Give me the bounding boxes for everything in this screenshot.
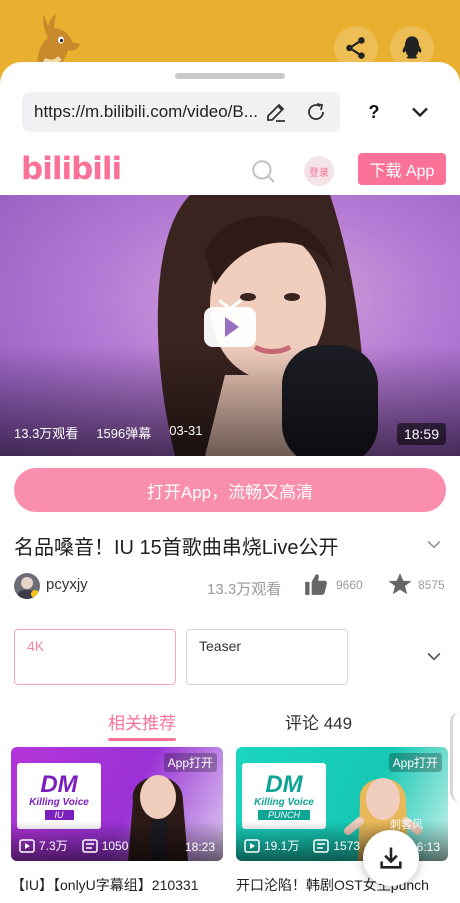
qq-penguin-icon	[402, 36, 422, 59]
tv-play-icon[interactable]	[202, 297, 258, 349]
tab-active-indicator	[108, 738, 176, 741]
author-name[interactable]: pcyxjy	[46, 576, 88, 593]
video-duration: 18:59	[396, 423, 446, 445]
video-date: 03-31	[169, 423, 203, 438]
video-danmaku: 1596弹幕	[96, 426, 152, 441]
bilibili-logo[interactable]: bilibili	[21, 151, 122, 187]
chevron-down-icon[interactable]	[424, 534, 444, 554]
thumbs-up-icon[interactable]	[303, 571, 329, 597]
dm-logo-big: DM	[40, 770, 78, 798]
video-player[interactable]: 13.3万观看 1596弹幕 03-31 18:59	[0, 195, 460, 456]
card-views: 19.1万	[264, 839, 300, 853]
tab-comments[interactable]: 评论 449	[285, 709, 352, 734]
related-video-card[interactable]: DM Killing Voice PUNCH App打开 19.1万 1573 …	[236, 747, 448, 861]
favorite-count: 8575	[418, 578, 445, 592]
help-button[interactable]: ?	[360, 98, 388, 126]
play-count-icon	[19, 838, 35, 853]
app-open-tag: App打开	[163, 753, 217, 772]
reload-icon[interactable]	[304, 100, 328, 124]
scroll-indicator[interactable]	[450, 712, 460, 802]
dm-logo: DM Killing Voice IU	[17, 763, 101, 829]
card-title[interactable]: 开口沦陷！韩剧OST女王punch	[236, 875, 451, 895]
dm-logo-sub: Killing Voice	[254, 796, 314, 808]
url-text[interactable]: https://m.bilibili.com/video/B...	[34, 102, 262, 122]
avatar[interactable]	[14, 573, 40, 599]
card-stats: 19.1万 1573	[244, 837, 360, 854]
tab-related[interactable]: 相关推荐	[108, 709, 176, 734]
share-icon	[346, 37, 365, 59]
card-views: 7.3万	[39, 839, 68, 853]
video-meta: 13.3万观看 1596弹幕 03-31	[14, 423, 202, 442]
part-option-teaser[interactable]: Teaser	[186, 629, 348, 685]
dm-logo-big: DM	[265, 770, 303, 798]
dm-logo-sub: Killing Voice	[29, 796, 89, 808]
card-danmaku: 1573	[333, 838, 361, 853]
play-count-icon	[244, 838, 260, 853]
danmaku-count-icon	[81, 838, 98, 853]
avatar-image	[18, 577, 39, 599]
part-option-4k[interactable]: 4K	[14, 629, 176, 685]
sheet-drag-handle[interactable]	[175, 73, 285, 79]
download-button[interactable]	[363, 830, 419, 886]
download-app-button[interactable]: 下载 App	[358, 153, 446, 185]
address-bar[interactable]: https://m.bilibili.com/video/B...	[22, 92, 340, 132]
dm-logo-tag: IU	[44, 809, 74, 820]
card-title[interactable]: 【IU】【onlyU字幕组】210331	[11, 875, 226, 895]
video-title: 名品嗓音！IU 15首歌曲串烧Live公开	[14, 537, 339, 559]
views-count: 13.3万观看	[207, 581, 282, 598]
edit-pencil-icon[interactable]	[264, 100, 288, 124]
related-video-card[interactable]: DM Killing Voice IU App打开 7.3万 1050 18:2…	[11, 747, 223, 861]
login-button[interactable]: 登录	[304, 156, 334, 186]
card-duration: 18:23	[184, 840, 215, 854]
star-icon[interactable]	[387, 571, 413, 597]
browser-sheet: https://m.bilibili.com/video/B... ? bili…	[0, 62, 460, 903]
dm-logo: DM Killing Voice PUNCH	[242, 763, 326, 829]
watermark: 刺客风	[390, 819, 423, 831]
dm-logo-tag: PUNCH	[257, 809, 310, 820]
search-icon[interactable]	[250, 158, 276, 184]
chevron-down-icon[interactable]	[424, 646, 444, 666]
video-views: 13.3万观看	[14, 426, 79, 441]
download-icon	[380, 847, 402, 869]
card-stats: 7.3万 1050	[19, 837, 128, 854]
chevron-down-icon[interactable]	[406, 98, 434, 126]
app-open-tag: App打开	[388, 753, 442, 772]
card-danmaku: 1050	[101, 838, 129, 853]
open-app-button[interactable]: 打开App，流畅又高清	[14, 468, 446, 512]
danmaku-count-icon	[313, 838, 330, 853]
like-count: 9660	[336, 578, 363, 592]
